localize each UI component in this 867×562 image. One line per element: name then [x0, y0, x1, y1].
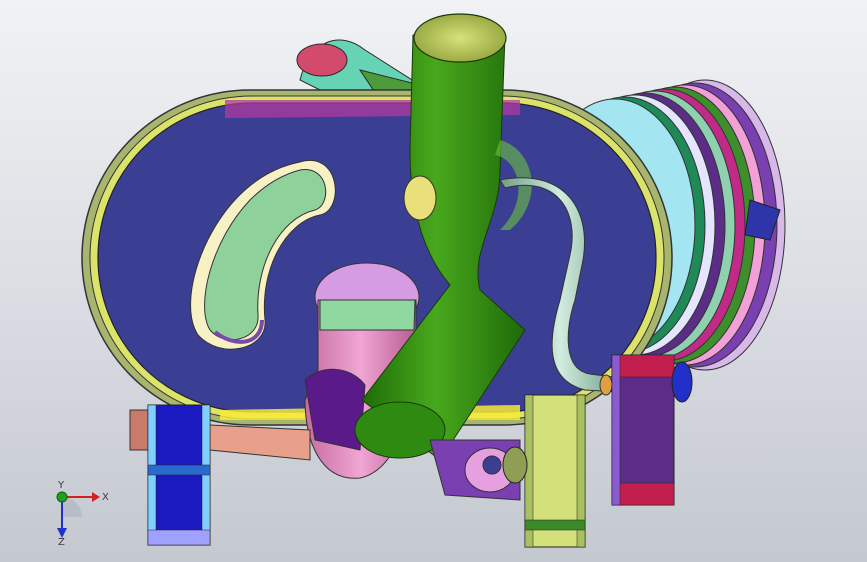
- left-wheel[interactable]: [147, 404, 211, 546]
- y-axis-label: Y: [57, 480, 65, 491]
- x-axis-label: X: [102, 492, 109, 503]
- right-wheel[interactable]: [611, 354, 693, 506]
- cad-viewport[interactable]: X Y Z: [0, 0, 867, 562]
- yellow-boss[interactable]: [403, 175, 437, 221]
- cad-model-view[interactable]: X Y Z: [0, 0, 867, 562]
- axis-triad: X Y Z: [56, 480, 109, 548]
- z-axis-label: Z: [58, 537, 65, 548]
- y-axis-point: [56, 491, 68, 503]
